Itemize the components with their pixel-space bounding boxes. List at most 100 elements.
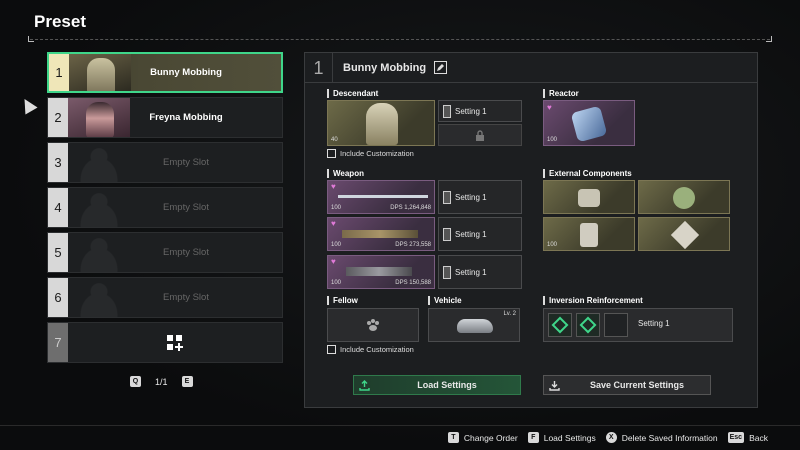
reinforcement-green-icon [551,316,569,334]
section-external-components: External Components [543,169,632,178]
hint-label: Delete Saved Information [621,432,718,443]
slot-label: Empty Slot [163,202,209,213]
section-descendant: Descendant [327,89,378,98]
component-icon [580,223,598,247]
pencil-icon [437,64,445,71]
component-processor[interactable] [638,217,730,251]
delete-saved-information-hint[interactable]: X Delete Saved Information [605,432,718,443]
hint-label: Change Order [463,432,518,443]
section-weapon: Weapon [327,169,364,178]
reinforcement-icon [576,313,600,337]
launcher-weapon-icon [346,267,412,276]
setting-label: Setting 1 [455,229,487,239]
weapon-dps: DPS 273,558 [395,242,431,248]
component-memory[interactable]: 100 [543,217,635,251]
panel-header: 1 Bunny Mobbing [305,53,757,83]
back-hint[interactable]: Esc Back [727,432,768,443]
slot-label: Empty Slot [163,247,209,258]
fellow-slot[interactable] [327,308,419,342]
corner-decoration [766,36,772,42]
silhouette-icon [68,143,130,182]
checkbox-label: Include Customization [340,149,414,158]
section-inversion-reinforcement: Inversion Reinforcement [543,296,643,305]
preset-slot-4[interactable]: 4 Empty Slot [47,187,283,228]
descendant-level: 40 [331,137,338,143]
change-order-hint[interactable]: T Change Order [447,432,518,443]
vehicle-icon [457,319,493,333]
reinforcement-green-icon [579,316,597,334]
weapon-card-1[interactable]: ♥ DPS 1,264,848 100 [327,180,435,214]
component-level: 100 [547,242,558,248]
inversion-setting-label: Setting 1 [638,319,670,328]
component-sensor[interactable] [638,180,730,214]
next-page-key[interactable]: E [181,376,193,387]
inversion-reinforcement-slot[interactable]: Setting 1 [543,308,733,342]
button-label: Load Settings [417,380,477,390]
rifle-weapon-icon [342,230,418,238]
preset-slot-6[interactable]: 6 Empty Slot [47,277,283,318]
slot-number: 7 [48,323,68,362]
reinforcement-icon [548,313,572,337]
freyna-figure-icon [86,102,114,137]
key-badge: T [447,432,459,443]
setting-icon [443,265,451,279]
prev-page-key[interactable]: Q [130,376,141,387]
preset-slot-1[interactable]: 1 Bunny Mobbing [47,52,283,93]
setting-label: Setting 1 [455,267,487,277]
include-customization-fellow[interactable]: Include Customization [327,345,414,354]
favorite-heart-icon: ♥ [331,182,336,191]
include-customization-descendant[interactable]: Include Customization [327,149,414,158]
slot-label: Empty Slot [163,292,209,303]
weapon-level: 100 [331,280,342,286]
component-icon [670,220,700,250]
paw-icon [367,319,379,331]
weapon-setting-1[interactable]: Setting 1 [438,180,522,214]
section-vehicle: Vehicle [428,296,462,305]
locked-slot [438,124,522,146]
weapon-setting-2[interactable]: Setting 1 [438,217,522,251]
preset-slot-2[interactable]: 2 Freyna Mobbing [47,97,283,138]
favorite-heart-icon: ♥ [331,257,336,266]
weapon-level: 100 [331,242,342,248]
checkbox[interactable] [327,345,336,354]
load-settings-button[interactable]: Load Settings [353,375,521,395]
corner-decoration [28,36,34,42]
weapon-setting-3[interactable]: Setting 1 [438,255,522,289]
reinforcement-empty-slot [604,313,628,337]
descendant-setting[interactable]: Setting 1 [438,100,522,122]
lock-icon [476,129,484,141]
vehicle-slot[interactable]: Lv. 2 [428,308,520,342]
slot-label: Empty Slot [163,157,209,168]
add-slot-button[interactable]: 7 [47,322,283,363]
silhouette-icon [68,188,130,227]
descendant-card[interactable]: 40 [327,100,435,146]
weapon-dps: DPS 150,588 [395,280,431,286]
slot-number: 6 [48,278,68,317]
weapon-card-3[interactable]: ♥ DPS 150,588 100 [327,255,435,289]
sword-weapon-icon [338,195,428,198]
page-header: Preset [28,8,772,42]
slot-number: 2 [48,98,68,137]
reactor-card[interactable]: ♥ 100 [543,100,635,146]
component-aux-power[interactable] [543,180,635,214]
setting-label: Setting 1 [455,106,487,116]
slot-number: 3 [48,143,68,182]
component-icon [673,187,695,209]
weapon-card-2[interactable]: ♥ DPS 273,558 100 [327,217,435,251]
descendant-portrait [68,98,130,137]
rename-button[interactable] [434,61,448,74]
hint-label: Back [749,432,768,443]
favorite-heart-icon: ♥ [547,103,552,112]
checkbox[interactable] [327,149,336,158]
preset-slot-5[interactable]: 5 Empty Slot [47,232,283,273]
descendant-portrait [69,54,131,91]
setting-icon [443,104,451,118]
silhouette-icon [68,278,130,317]
key-badge: X [605,432,617,443]
setting-label: Setting 1 [455,192,487,202]
slot-label: Bunny Mobbing [150,67,222,78]
slot-pager: Q 1/1 E [130,376,193,387]
preset-slot-3[interactable]: 3 Empty Slot [47,142,283,183]
load-settings-hint[interactable]: F Load Settings [527,432,596,443]
save-current-settings-button[interactable]: Save Current Settings [543,375,711,395]
